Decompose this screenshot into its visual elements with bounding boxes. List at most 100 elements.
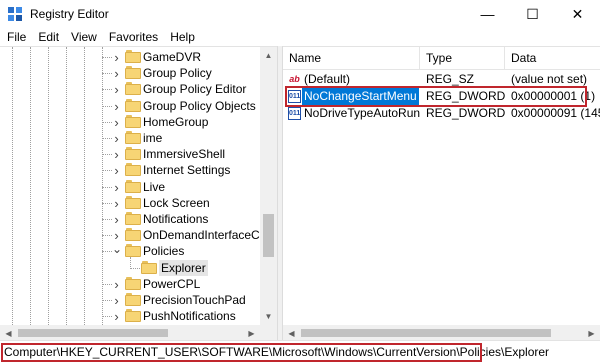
status-bar: Computer\HKEY_CURRENT_USER\SOFTWARE\Micr… [0,340,600,363]
tree-guide-line [130,257,131,268]
expand-chevron-icon[interactable]: › [112,164,121,177]
scrollbar-thumb[interactable] [18,329,168,337]
column-header-name[interactable]: Name [283,47,420,70]
expand-chevron-icon[interactable]: › [112,67,121,80]
tree-connector [102,73,112,75]
tree-item-label: PowerCPL [143,276,201,291]
folder-icon [125,82,141,96]
key-tree-pane[interactable]: › GameDVR › Group Policy › Group Policy Edito… [0,46,277,340]
tree-item-label: OnDemandInterfaceCach [143,228,277,243]
tree-connector [102,316,112,318]
tree-item-label: Lock Screen [143,195,210,210]
scrollbar-thumb[interactable] [263,214,274,257]
scrollbar-thumb[interactable] [301,329,551,337]
menu-edit[interactable]: Edit [32,28,65,46]
tree-item-internet-settings[interactable]: › Internet Settings [0,162,260,178]
values-list-pane[interactable]: Name Type Data ab (Default) REG_SZ (valu… [283,46,600,340]
folder-icon [125,179,141,193]
collapse-chevron-icon[interactable]: ⌄ [112,243,122,256]
tree-connector [130,267,140,269]
scroll-left-icon[interactable]: ◀ [283,325,300,340]
expand-chevron-icon[interactable]: › [112,213,121,226]
close-button[interactable]: ✕ [555,0,600,28]
tree-connector [102,154,112,156]
expand-chevron-icon[interactable]: › [112,278,121,291]
expand-chevron-icon[interactable]: › [112,229,121,242]
tree-item-powercpl[interactable]: › PowerCPL [0,276,260,292]
tree-item-pushnotifications[interactable]: › PushNotifications [0,308,260,324]
menu-file[interactable]: File [0,28,32,46]
expand-chevron-icon[interactable]: › [112,181,121,194]
column-header-data[interactable]: Data [505,47,600,70]
tree-item-group-policy-editor[interactable]: › Group Policy Editor [0,81,260,97]
tree-item-label: ime [143,131,163,145]
menu-help[interactable]: Help [164,28,201,46]
tree-item-live[interactable]: › Live [0,179,260,195]
expand-chevron-icon[interactable]: › [112,132,121,145]
tree-connector [102,251,112,253]
expand-chevron-icon[interactable]: › [112,197,121,210]
tree-horizontal-scrollbar[interactable]: ◀ ▶ [0,325,277,340]
folder-icon [125,66,141,80]
expand-chevron-icon[interactable]: › [112,116,121,129]
tree-connector [102,89,112,91]
folder-icon [125,212,141,225]
folder-icon [125,163,141,177]
tree-item-ondemandinterfacecach[interactable]: › OnDemandInterfaceCach [0,227,277,243]
scroll-right-icon[interactable]: ▶ [243,325,260,340]
value-type: REG_DWORD [426,106,506,120]
scroll-right-icon[interactable]: ▶ [583,325,600,340]
tree-item-label: Live [143,179,166,194]
tree-item-label: Group Policy Editor [143,82,247,97]
expand-chevron-icon[interactable]: › [112,100,121,113]
maximize-button[interactable]: ☐ [510,0,555,28]
tree-item-group-policy[interactable]: › Group Policy [0,65,260,81]
tree-item-gamedvr[interactable]: › GameDVR [0,49,260,65]
tree-item-label: ImmersiveShell [143,147,226,162]
tree-item-homegroup[interactable]: › HomeGroup [0,114,260,130]
tree-item-label: Policies [143,244,185,259]
folder-icon [141,260,157,274]
list-row[interactable]: 011 NoDriveTypeAutoRun REG_DWORD 0x00000… [283,105,600,122]
value-name: NoDriveTypeAutoRun [304,106,421,120]
list-header: Name Type Data [283,47,600,70]
path-highlight-box [1,343,482,362]
folder-icon [125,195,141,209]
tree-connector [102,138,112,139]
folder-icon [125,293,141,306]
tree-connector [102,235,112,237]
tree-item-label: Internet Settings [143,163,231,178]
list-horizontal-scrollbar[interactable]: ◀ ▶ [283,325,600,340]
scroll-left-icon[interactable]: ◀ [0,325,17,340]
expand-chevron-icon[interactable]: › [112,83,121,96]
minimize-button[interactable]: — [465,0,510,28]
menu-view[interactable]: View [65,28,103,46]
tree-item-label: PushNotifications [143,309,236,324]
tree-item-label: Group Policy Objects [143,98,256,113]
scroll-up-icon[interactable]: ▲ [260,47,277,64]
tree-item-immersiveshell[interactable]: › ImmersiveShell [0,146,260,162]
tree-item-ime[interactable]: › ime [0,130,260,146]
folder-icon [125,244,141,258]
expand-chevron-icon[interactable]: › [112,294,121,307]
scroll-down-icon[interactable]: ▼ [260,308,277,325]
string-value-icon: ab [289,74,300,84]
tree-item-label: PrecisionTouchPad [143,293,246,307]
expand-chevron-icon[interactable]: › [112,310,121,323]
tree-item-notifications[interactable]: › Notifications [0,211,260,227]
column-header-type[interactable]: Type [420,47,505,70]
dword-value-icon: 011 [288,107,301,120]
tree-item-label: GameDVR [143,50,202,64]
menu-bar: File Edit View Favorites Help [0,28,600,46]
tree-item-group-policy-objects[interactable]: › Group Policy Objects [0,98,260,114]
menu-favorites[interactable]: Favorites [103,28,164,46]
tree-vertical-scrollbar[interactable]: ▲ ▼ [260,47,277,325]
tree-item-label: Notifications [143,212,209,226]
tree-connector [102,121,112,123]
tree-item-lock-screen[interactable]: › Lock Screen [0,195,260,211]
expand-chevron-icon[interactable]: › [112,51,121,64]
expand-chevron-icon[interactable]: › [112,148,121,161]
tree-connector [102,57,112,58]
tree-item-label: HomeGroup [143,114,209,129]
tree-item-precisiontouchpad[interactable]: › PrecisionTouchPad [0,292,260,308]
